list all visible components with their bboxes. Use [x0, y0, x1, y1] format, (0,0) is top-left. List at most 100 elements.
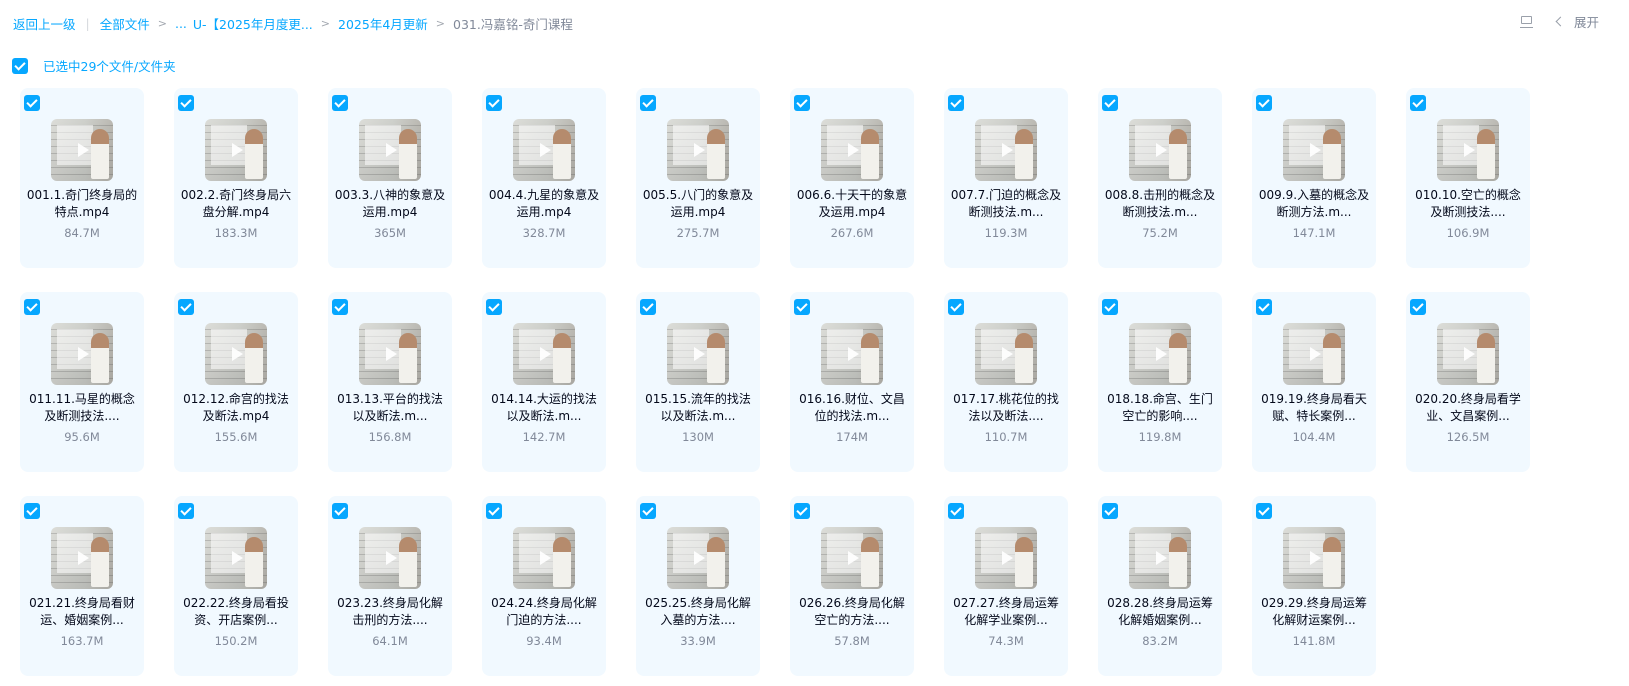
file-checkbox[interactable]: [640, 503, 656, 519]
video-thumbnail: [205, 527, 267, 589]
file-tile[interactable]: 010.10.空亡的概念及断测技法.... 106.9M: [1406, 88, 1530, 268]
play-icon: [1310, 347, 1321, 361]
file-tile[interactable]: 024.24.终身局化解门迫的方法.... 93.4M: [482, 496, 606, 676]
breadcrumb-divider: |: [85, 16, 90, 31]
file-checkbox[interactable]: [486, 299, 502, 315]
layout-icon[interactable]: [1519, 14, 1535, 30]
back-link[interactable]: 返回上一级: [13, 14, 76, 33]
file-tile[interactable]: 015.15.流年的找法以及断法.m... 130M: [636, 292, 760, 472]
file-checkbox[interactable]: [794, 503, 810, 519]
file-checkbox[interactable]: [1102, 503, 1118, 519]
file-checkbox[interactable]: [640, 95, 656, 111]
file-tile[interactable]: 003.3.八神的象意及运用.mp4 365M: [328, 88, 452, 268]
file-checkbox[interactable]: [948, 95, 964, 111]
file-checkbox[interactable]: [1256, 503, 1272, 519]
file-name: 015.15.流年的找法以及断法.m...: [645, 392, 751, 423]
file-tile[interactable]: 002.2.奇门终身局六盘分解.mp4 183.3M: [174, 88, 298, 268]
file-checkbox[interactable]: [332, 503, 348, 519]
video-thumbnail: [513, 119, 575, 181]
selection-count: 已选中29个文件/文件夹: [43, 59, 176, 74]
file-size: 75.2M: [1142, 226, 1178, 240]
select-all-row: 已选中29个文件/文件夹: [12, 56, 176, 75]
file-checkbox[interactable]: [794, 299, 810, 315]
file-tile[interactable]: 007.7.门迫的概念及断测技法.m... 119.3M: [944, 88, 1068, 268]
play-icon: [386, 143, 397, 157]
file-tile[interactable]: 014.14.大运的找法以及断法.m... 142.7M: [482, 292, 606, 472]
file-tile[interactable]: 008.8.击刑的概念及断测技法.m... 75.2M: [1098, 88, 1222, 268]
file-tile[interactable]: 016.16.财位、文昌位的找法.m... 174M: [790, 292, 914, 472]
file-tile[interactable]: 005.5.八门的象意及运用.mp4 275.7M: [636, 88, 760, 268]
file-checkbox[interactable]: [178, 95, 194, 111]
file-checkbox[interactable]: [1256, 299, 1272, 315]
video-thumbnail: [1283, 323, 1345, 385]
file-checkbox[interactable]: [24, 95, 40, 111]
file-checkbox[interactable]: [1256, 95, 1272, 111]
file-checkbox[interactable]: [178, 503, 194, 519]
file-checkbox[interactable]: [948, 299, 964, 315]
file-checkbox[interactable]: [486, 503, 502, 519]
file-size: 64.1M: [372, 634, 408, 648]
file-tile[interactable]: 023.23.终身局化解击刑的方法.... 64.1M: [328, 496, 452, 676]
file-size: 328.7M: [522, 226, 566, 240]
file-tile[interactable]: 026.26.终身局化解空亡的方法.... 57.8M: [790, 496, 914, 676]
chevron-left-icon: [1555, 16, 1566, 27]
file-checkbox[interactable]: [640, 299, 656, 315]
breadcrumb-root[interactable]: 全部文件: [100, 14, 150, 33]
breadcrumb-folder-april[interactable]: 2025年4月更新: [338, 14, 428, 33]
file-tile[interactable]: 011.11.马星的概念及断测技法.... 95.6M: [20, 292, 144, 472]
file-tile[interactable]: 013.13.平台的找法以及断法.m... 156.8M: [328, 292, 452, 472]
file-tile[interactable]: 017.17.桃花位的找法以及断法.... 110.7M: [944, 292, 1068, 472]
file-checkbox[interactable]: [1410, 299, 1426, 315]
file-checkbox[interactable]: [332, 299, 348, 315]
file-tile[interactable]: 022.22.终身局看投资、开店案例... 150.2M: [174, 496, 298, 676]
file-checkbox[interactable]: [24, 503, 40, 519]
file-tile[interactable]: 012.12.命宫的找法及断法.mp4 155.6M: [174, 292, 298, 472]
file-name: 006.6.十天干的象意及运用.mp4: [796, 188, 908, 219]
file-tile[interactable]: 027.27.终身局运筹化解学业案例... 74.3M: [944, 496, 1068, 676]
play-icon: [1002, 143, 1013, 157]
play-icon: [386, 347, 397, 361]
file-tile[interactable]: 029.29.终身局运筹化解财运案例... 141.8M: [1252, 496, 1376, 676]
video-thumbnail: [975, 323, 1037, 385]
file-checkbox[interactable]: [332, 95, 348, 111]
play-icon: [848, 143, 859, 157]
file-checkbox[interactable]: [1410, 95, 1426, 111]
file-checkbox[interactable]: [1102, 95, 1118, 111]
file-tile[interactable]: 028.28.终身局运筹化解婚姻案例... 83.2M: [1098, 496, 1222, 676]
file-name: 018.18.命宫、生门空亡的影响....: [1107, 392, 1213, 423]
video-thumbnail: [1283, 527, 1345, 589]
file-name: 005.5.八门的象意及运用.mp4: [642, 188, 754, 219]
file-size: 95.6M: [64, 430, 100, 444]
play-icon: [1464, 347, 1475, 361]
file-tile[interactable]: 019.19.终身局看天赋、特长案例... 104.4M: [1252, 292, 1376, 472]
file-checkbox[interactable]: [794, 95, 810, 111]
select-all-checkbox[interactable]: [12, 57, 28, 74]
file-tile[interactable]: 025.25.终身局化解入墓的方法.... 33.9M: [636, 496, 760, 676]
file-checkbox[interactable]: [948, 503, 964, 519]
file-name: 028.28.终身局运筹化解婚姻案例...: [1107, 596, 1213, 627]
file-checkbox[interactable]: [1102, 299, 1118, 315]
video-thumbnail: [51, 323, 113, 385]
file-size: 106.9M: [1446, 226, 1490, 240]
file-tile[interactable]: 001.1.奇门终身局的特点.mp4 84.7M: [20, 88, 144, 268]
file-checkbox[interactable]: [486, 95, 502, 111]
expand-button[interactable]: 展开: [1555, 12, 1599, 31]
file-size: 83.2M: [1142, 634, 1178, 648]
file-size: 93.4M: [526, 634, 562, 648]
video-thumbnail: [821, 119, 883, 181]
file-name: 003.3.八神的象意及运用.mp4: [334, 188, 446, 219]
file-checkbox[interactable]: [178, 299, 194, 315]
breadcrumb-current: 031.冯嘉铭-奇门课程: [453, 17, 573, 32]
file-tile[interactable]: 004.4.九星的象意及运用.mp4 328.7M: [482, 88, 606, 268]
breadcrumb-folder-monthly[interactable]: U-【2025年月度更...: [193, 14, 313, 33]
video-thumbnail: [1129, 323, 1191, 385]
file-tile[interactable]: 009.9.入墓的概念及断测方法.m... 147.1M: [1252, 88, 1376, 268]
file-checkbox[interactable]: [24, 299, 40, 315]
video-thumbnail: [359, 323, 421, 385]
file-tile[interactable]: 021.21.终身局看财运、婚姻案例... 163.7M: [20, 496, 144, 676]
play-icon: [848, 347, 859, 361]
file-tile[interactable]: 020.20.终身局看学业、文昌案例... 126.5M: [1406, 292, 1530, 472]
file-tile[interactable]: 018.18.命宫、生门空亡的影响.... 119.8M: [1098, 292, 1222, 472]
breadcrumb-ellipsis[interactable]: ...: [175, 16, 187, 31]
file-tile[interactable]: 006.6.十天干的象意及运用.mp4 267.6M: [790, 88, 914, 268]
